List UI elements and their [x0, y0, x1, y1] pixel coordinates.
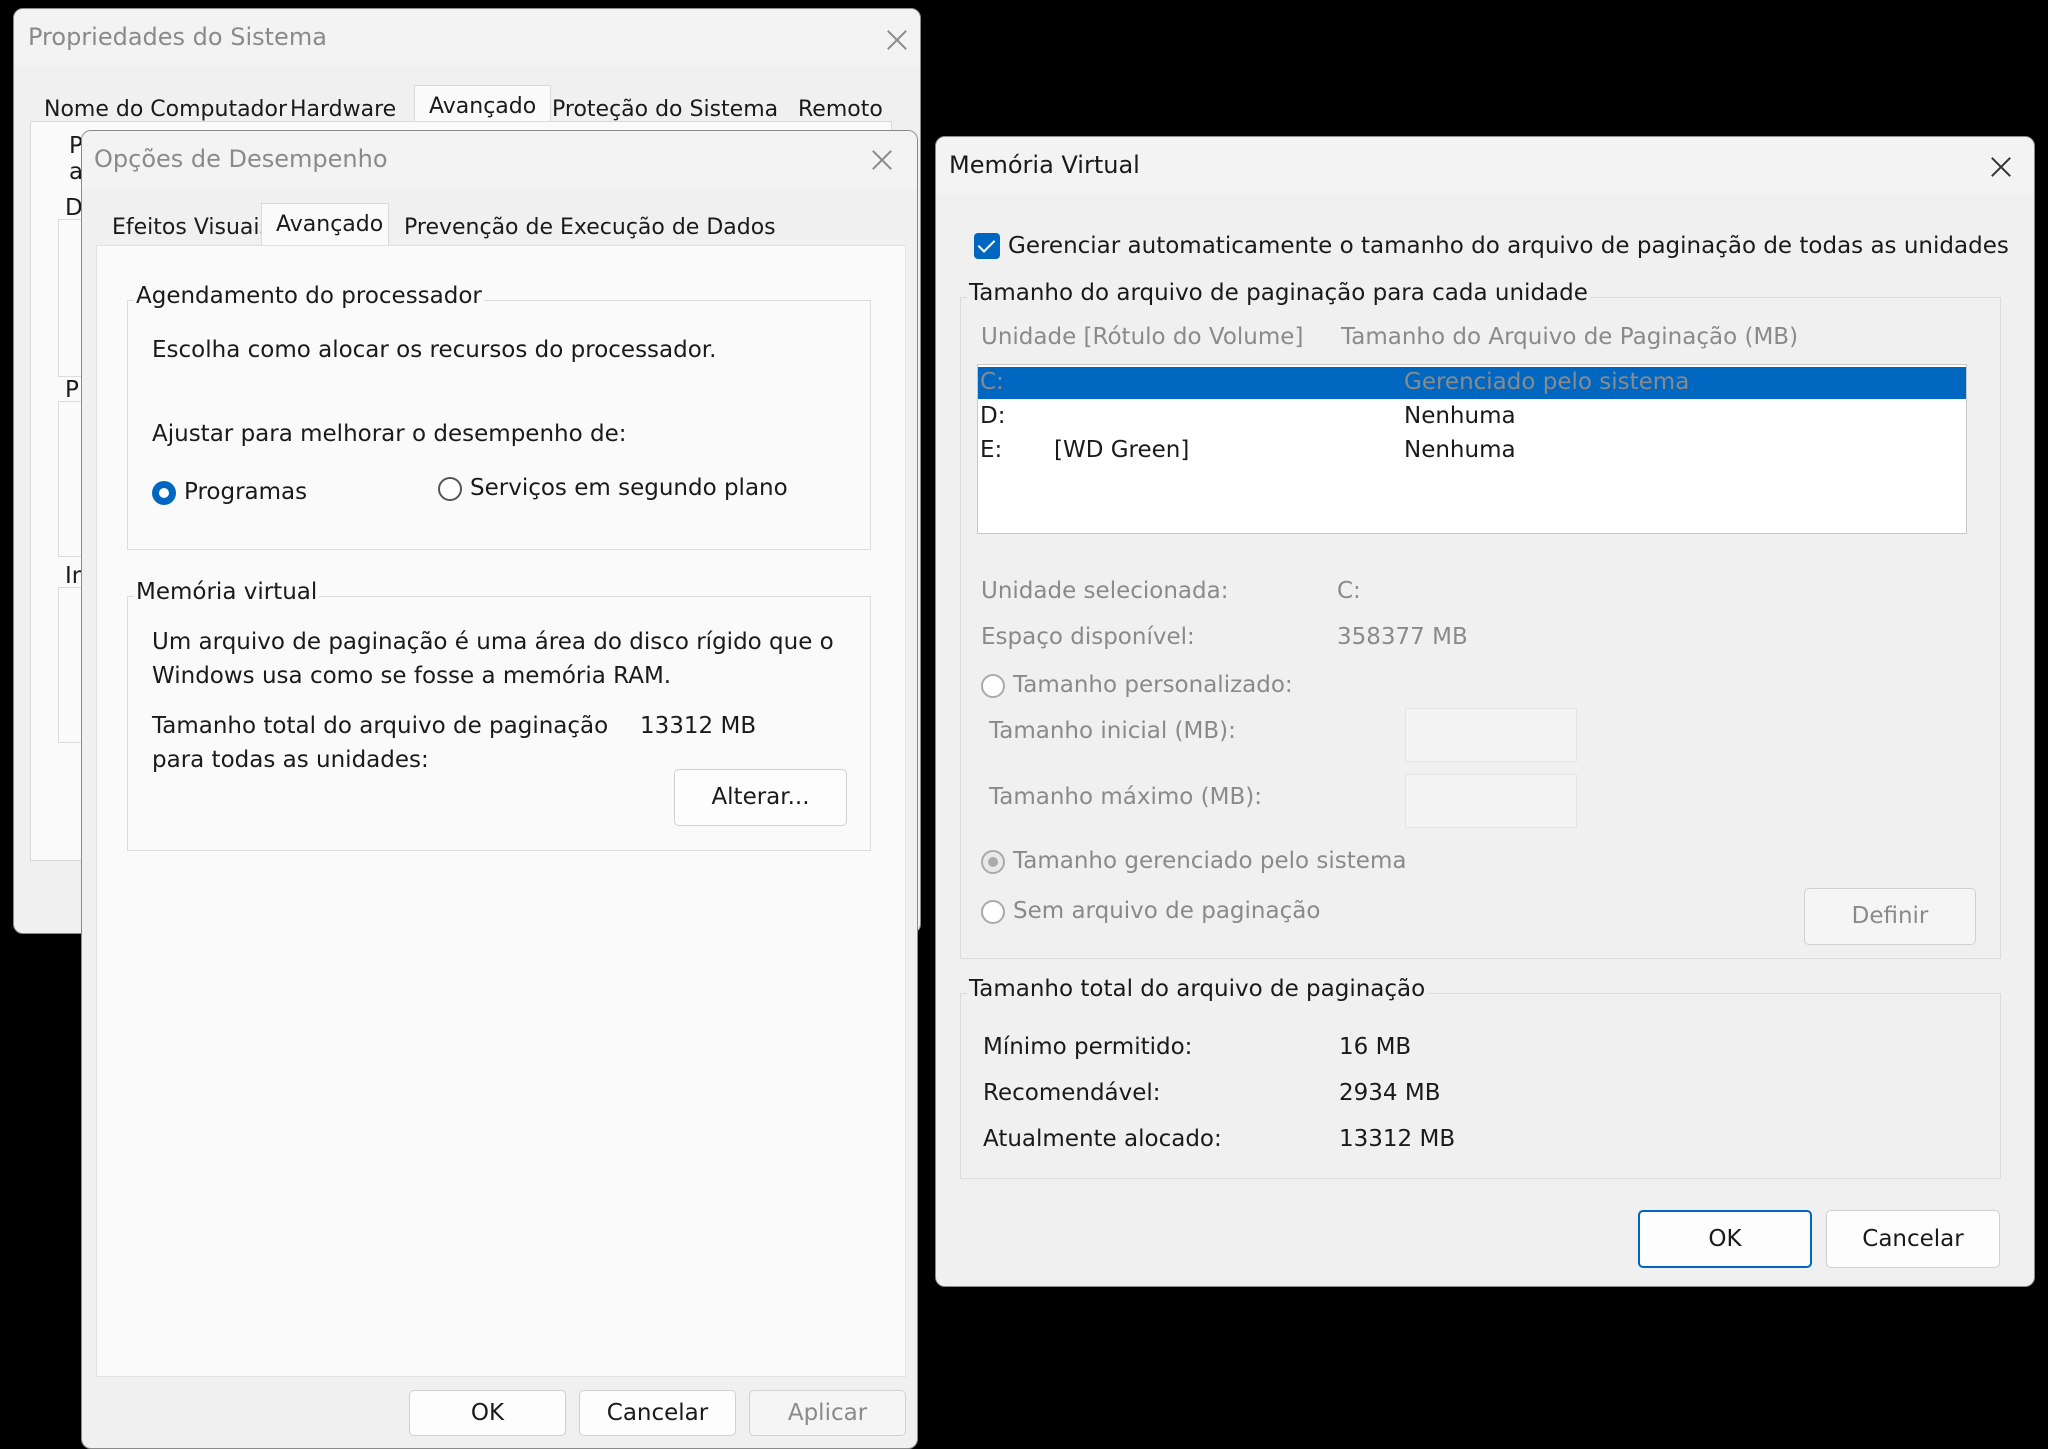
table-row[interactable]: D: Nenhuma [978, 401, 1966, 433]
performance-options-titlebar: Opções de Desempenho [82, 131, 917, 189]
cancel-button[interactable]: Cancelar [1826, 1210, 2000, 1268]
recommended-value: 2934 MB [1339, 1080, 1441, 1106]
initial-size-label: Tamanho inicial (MB): [989, 718, 1236, 744]
system-managed-radio[interactable] [981, 850, 1005, 874]
drive-size: Nenhuma [1404, 403, 1516, 429]
no-paging-radio[interactable] [981, 900, 1005, 924]
close-icon[interactable] [871, 149, 893, 171]
selected-drive-label: Unidade selecionada: [981, 578, 1229, 604]
virtual-memory-description-1: Um arquivo de paginação é uma área do di… [152, 629, 834, 655]
initial-size-input[interactable] [1405, 708, 1577, 762]
selected-drive-value: C: [1337, 578, 1361, 604]
ok-button[interactable]: OK [1638, 1210, 1812, 1268]
minimum-allowed-label: Mínimo permitido: [983, 1034, 1193, 1060]
adjust-label: Ajustar para melhorar o desempenho de: [152, 421, 627, 447]
scheduling-description: Escolha como alocar os recursos do proce… [152, 337, 717, 363]
cancel-button[interactable]: Cancelar [579, 1390, 736, 1436]
virtual-memory-title: Memória Virtual [949, 151, 1140, 179]
processor-scheduling-label: Agendamento do processador [134, 283, 484, 309]
auto-manage-checkbox[interactable] [974, 233, 1000, 259]
column-size-header: Tamanho do Arquivo de Paginação (MB) [1341, 324, 1799, 350]
table-row[interactable]: E: [WD Green] Nenhuma [978, 435, 1966, 467]
programs-label[interactable]: Programas [184, 479, 307, 505]
drive-size: Gerenciado pelo sistema [1404, 369, 1690, 395]
apply-button[interactable]: Aplicar [749, 1390, 906, 1436]
programs-radio[interactable] [152, 481, 176, 505]
per-drive-label: Tamanho do arquivo de paginação para cad… [967, 280, 1590, 306]
tab-advanced[interactable]: Avançado [261, 203, 389, 251]
tab-visual-effects[interactable]: Efeitos Visuais [98, 207, 271, 249]
performance-options-title: Opções de Desempenho [94, 145, 388, 173]
recommended-label: Recomendável: [983, 1080, 1161, 1106]
performance-options-window: Opções de Desempenho Efeitos Visuais Ava… [81, 130, 918, 1449]
close-icon[interactable] [886, 29, 908, 51]
custom-size-label[interactable]: Tamanho personalizado: [1013, 672, 1293, 698]
per-drive-group: Tamanho do arquivo de paginação para cad… [960, 280, 2001, 959]
system-properties-titlebar: Propriedades do Sistema [14, 9, 920, 67]
system-properties-title: Propriedades do Sistema [28, 23, 327, 51]
table-row[interactable]: C: Gerenciado pelo sistema [978, 367, 1966, 399]
free-space-label: Espaço disponível: [981, 624, 1195, 650]
minimum-allowed-value: 16 MB [1339, 1034, 1412, 1060]
system-managed-label[interactable]: Tamanho gerenciado pelo sistema [1013, 848, 1406, 874]
close-icon[interactable] [1990, 156, 2012, 178]
currently-allocated-label: Atualmente alocado: [983, 1126, 1222, 1152]
virtual-memory-description-2: Windows usa como se fosse a memória RAM. [152, 663, 672, 689]
drive-letter: D: [980, 403, 1006, 429]
performance-options-tabs: Efeitos Visuais Avançado Prevenção de Ex… [98, 203, 898, 251]
drive-label: [WD Green] [1054, 437, 1190, 463]
custom-size-radio[interactable] [981, 674, 1005, 698]
virtual-memory-window: Memória Virtual Gerenciar automaticament… [935, 136, 2035, 1287]
background-services-label[interactable]: Serviços em segundo plano [470, 475, 788, 501]
currently-allocated-value: 13312 MB [1339, 1126, 1456, 1152]
free-space-value: 358377 MB [1337, 624, 1468, 650]
maximum-size-label: Tamanho máximo (MB): [989, 784, 1262, 810]
drive-list[interactable]: C: Gerenciado pelo sistema D: Nenhuma E:… [977, 364, 1967, 534]
virtual-memory-label: Memória virtual [134, 579, 320, 605]
change-button[interactable]: Alterar... [674, 769, 847, 826]
virtual-memory-group: Memória virtual Um arquivo de paginação … [127, 579, 871, 851]
set-button[interactable]: Definir [1804, 888, 1976, 945]
maximum-size-input[interactable] [1405, 774, 1577, 828]
processor-scheduling-group: Agendamento do processador Escolha como … [127, 283, 871, 550]
total-paging-value: 13312 MB [640, 713, 757, 739]
drive-letter: E: [980, 437, 1003, 463]
drive-letter: C: [980, 369, 1004, 395]
auto-manage-label[interactable]: Gerenciar automaticamente o tamanho do a… [1008, 233, 2009, 259]
column-drive-header: Unidade [Rótulo do Volume] [981, 324, 1304, 350]
total-paging-label-2: para todas as unidades: [152, 747, 429, 773]
totals-group: Tamanho total do arquivo de paginação Mí… [960, 976, 2001, 1179]
peek-text: P [65, 377, 79, 403]
ok-button[interactable]: OK [409, 1390, 566, 1436]
totals-label: Tamanho total do arquivo de paginação [967, 976, 1428, 1002]
tab-data-execution-prevention[interactable]: Prevenção de Execução de Dados [390, 207, 776, 249]
virtual-memory-titlebar: Memória Virtual [936, 137, 2034, 195]
background-services-radio[interactable] [438, 477, 462, 501]
no-paging-label[interactable]: Sem arquivo de paginação [1013, 898, 1320, 924]
total-paging-label-1: Tamanho total do arquivo de paginação [152, 713, 609, 739]
drive-size: Nenhuma [1404, 437, 1516, 463]
